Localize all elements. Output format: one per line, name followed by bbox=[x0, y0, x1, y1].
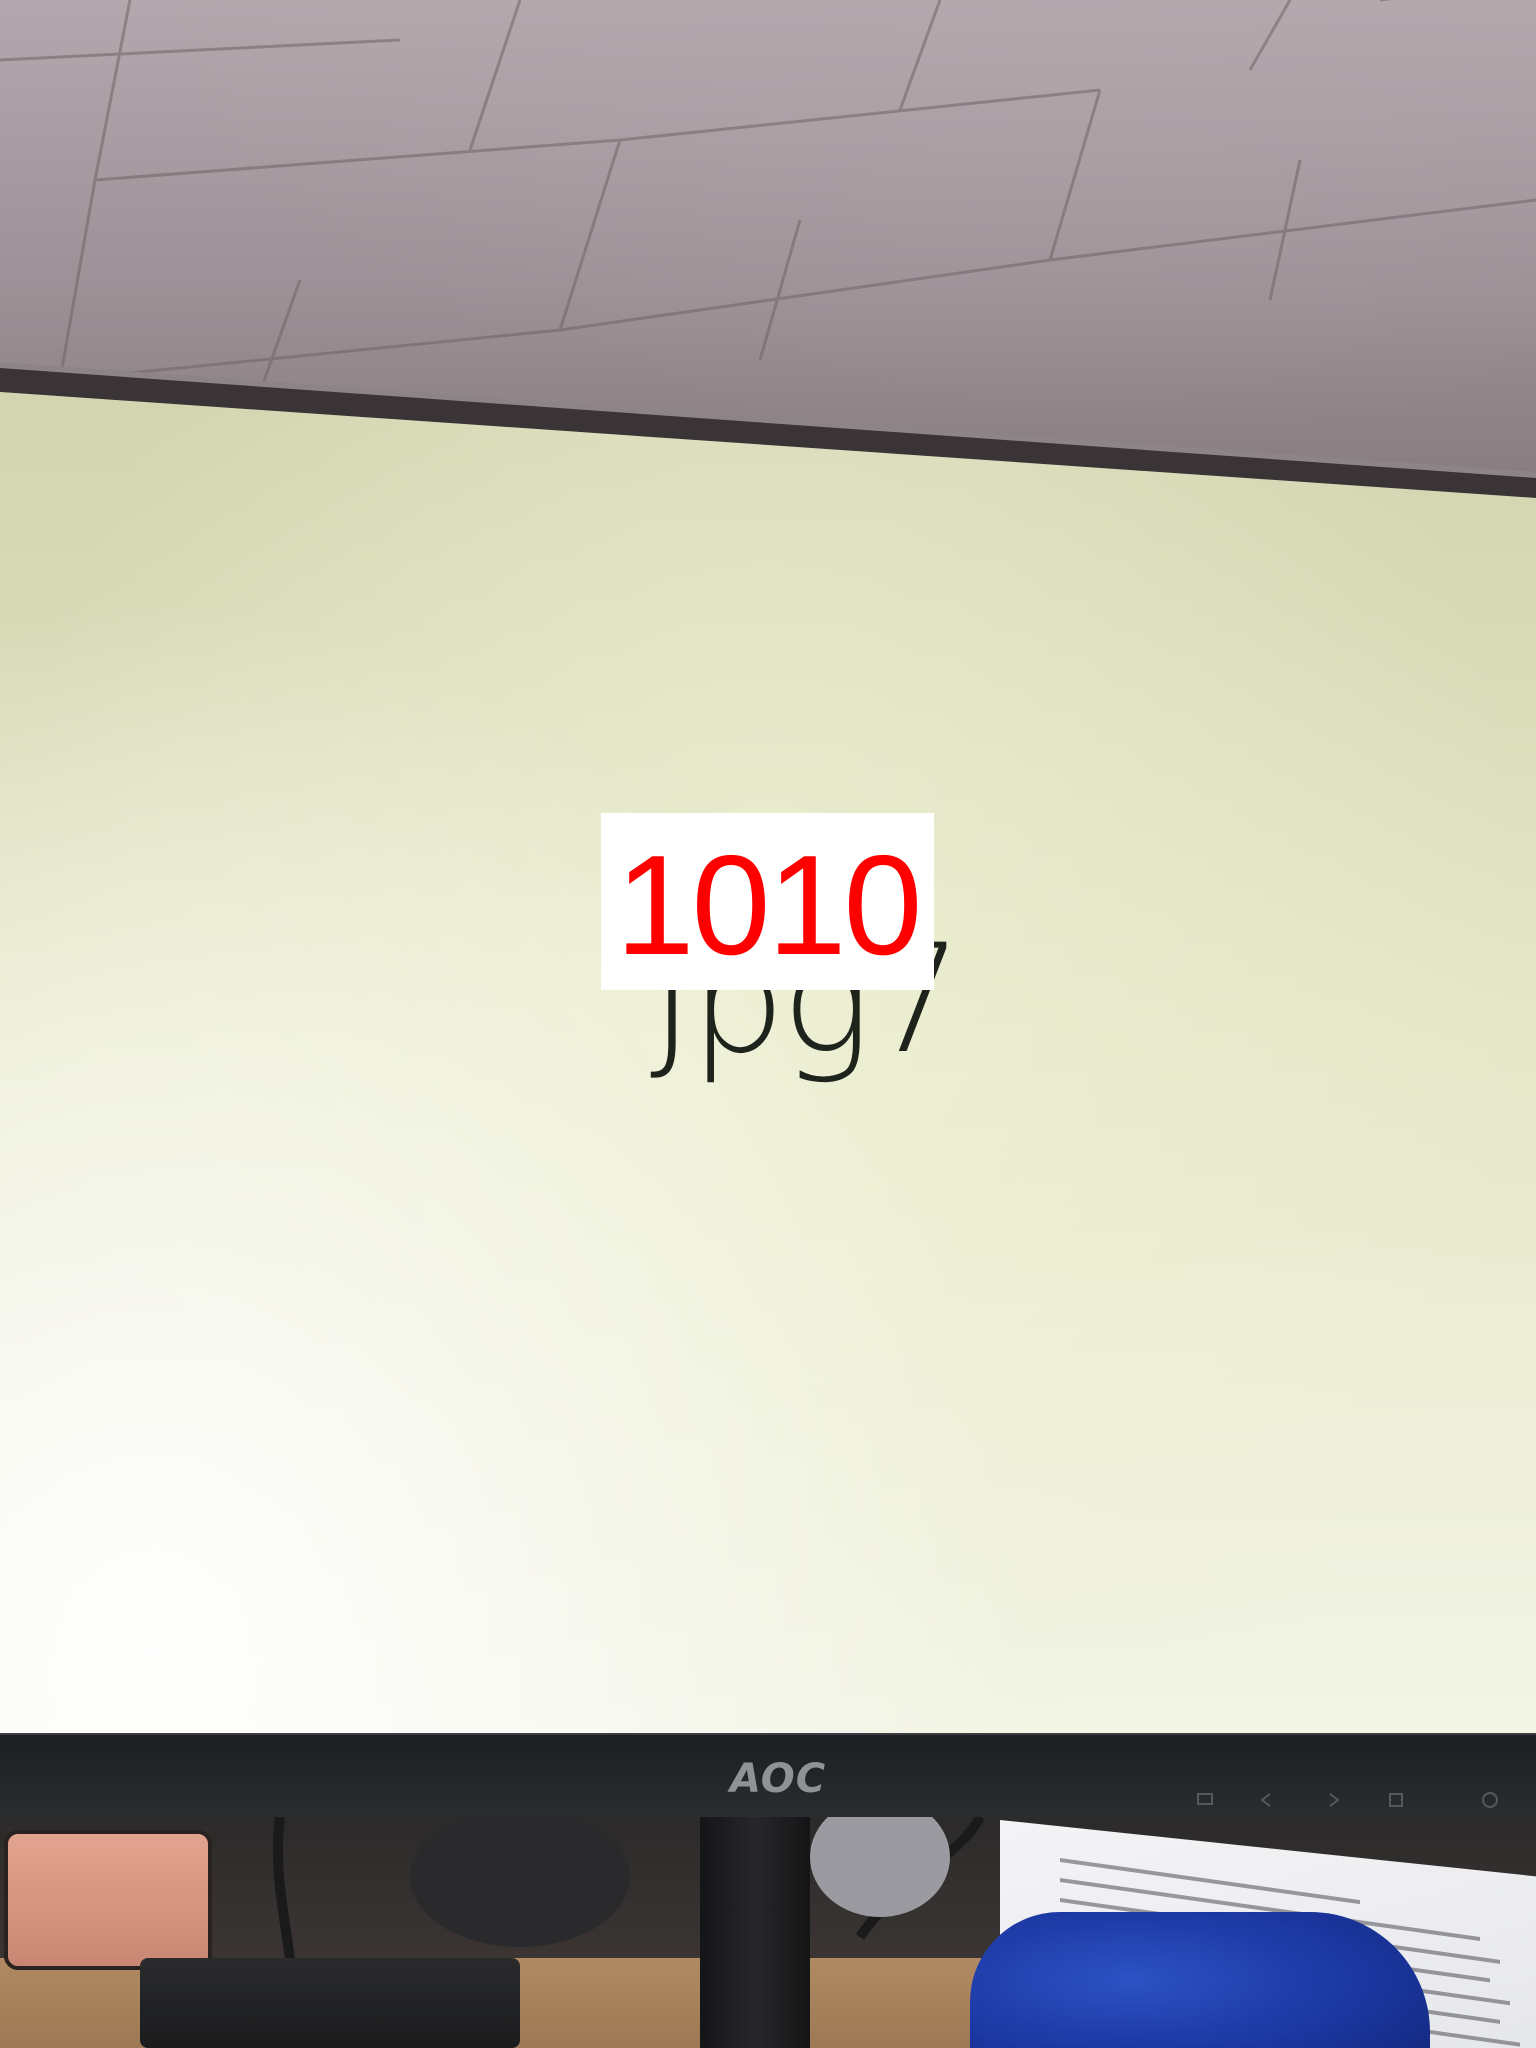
monitor-control-buttons bbox=[1197, 1792, 1498, 1808]
source-icon bbox=[1197, 1793, 1213, 1805]
dark-device bbox=[140, 1958, 520, 2048]
power-icon bbox=[1482, 1792, 1498, 1808]
right-arrow-icon bbox=[1329, 1793, 1340, 1807]
photo-scene: Jpg7 1010 AOC bbox=[0, 0, 1536, 2048]
pink-power-bank bbox=[4, 1830, 212, 1970]
left-arrow-icon bbox=[1260, 1793, 1271, 1807]
label-box: 1010 bbox=[601, 813, 934, 990]
blue-cushion bbox=[970, 1912, 1430, 2048]
monitor-brand-logo: AOC bbox=[730, 1756, 827, 1802]
monitor-stand bbox=[700, 1817, 810, 2048]
label-number: 1010 bbox=[615, 825, 923, 985]
menu-icon bbox=[1389, 1793, 1403, 1807]
